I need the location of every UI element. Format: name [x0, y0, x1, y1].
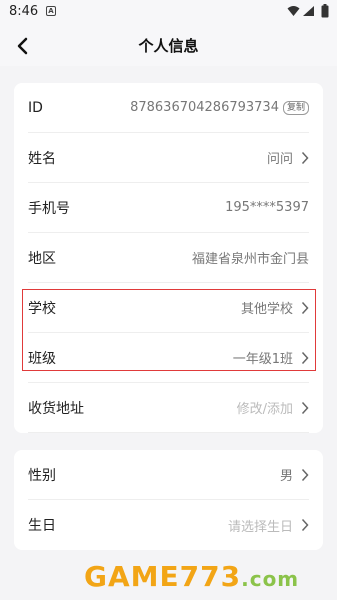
row-value: 其他学校	[240, 302, 293, 317]
battery-icon	[321, 4, 329, 18]
nav-bar: 个人信息	[0, 26, 337, 66]
chevron-right-icon	[301, 151, 309, 164]
wifi-icon	[287, 6, 300, 16]
profile-card: ID 878636704286793734 复制 姓名 问问 手机号 195**…	[14, 83, 323, 433]
row-value: 男	[279, 469, 293, 484]
row-school[interactable]: 学校 其他学校	[28, 283, 309, 333]
row-label: ID	[28, 99, 43, 116]
watermark-number: 773	[179, 560, 242, 593]
row-class[interactable]: 班级 一年级1班	[28, 333, 309, 383]
row-label: 收货地址	[28, 400, 84, 417]
row-address[interactable]: 收货地址 修改/添加	[28, 383, 309, 433]
notification-a-icon: A	[46, 6, 56, 16]
row-label: 姓名	[28, 150, 56, 167]
copy-button[interactable]: 复制	[282, 100, 309, 115]
chevron-right-icon	[301, 301, 309, 314]
chevron-right-icon	[301, 351, 309, 364]
row-value: 福建省泉州市金门县	[191, 252, 309, 267]
status-time: 8:46	[9, 4, 39, 19]
chevron-right-icon	[301, 401, 309, 414]
row-value: 195****5397	[225, 200, 309, 215]
chevron-right-icon	[301, 518, 309, 532]
signal-icon	[303, 6, 314, 16]
chevron-right-icon	[301, 468, 309, 481]
row-value: 一年级1班	[232, 352, 293, 367]
status-bar: 8:46 A	[0, 0, 337, 26]
row-id: ID 878636704286793734 复制	[28, 83, 309, 133]
extra-card: 性别 男 生日 请选择生日	[14, 450, 323, 550]
row-name[interactable]: 姓名 问问	[28, 133, 309, 183]
row-value: 878636704286793734	[130, 100, 279, 115]
row-label: 地区	[28, 250, 56, 267]
row-gender[interactable]: 性别 男	[28, 450, 309, 500]
watermark-game: GAME	[84, 560, 180, 593]
page-title: 个人信息	[138, 37, 199, 55]
row-label: 班级	[28, 350, 56, 367]
row-value: 修改/添加	[236, 402, 293, 417]
row-birthday[interactable]: 生日 请选择生日	[28, 500, 309, 550]
row-region: 地区 福建省泉州市金门县	[28, 233, 309, 283]
row-value: 问问	[266, 152, 293, 167]
row-phone: 手机号 195****5397	[28, 183, 309, 233]
watermark-domain: .com	[241, 567, 300, 591]
row-label: 性别	[28, 467, 56, 484]
watermark-logo: GAME773.com	[84, 560, 299, 594]
back-button[interactable]	[6, 30, 38, 62]
row-label: 学校	[28, 300, 56, 317]
row-label: 生日	[28, 518, 56, 534]
row-value: 请选择生日	[227, 519, 293, 535]
chevron-left-icon	[17, 37, 28, 55]
row-label: 手机号	[28, 200, 70, 217]
